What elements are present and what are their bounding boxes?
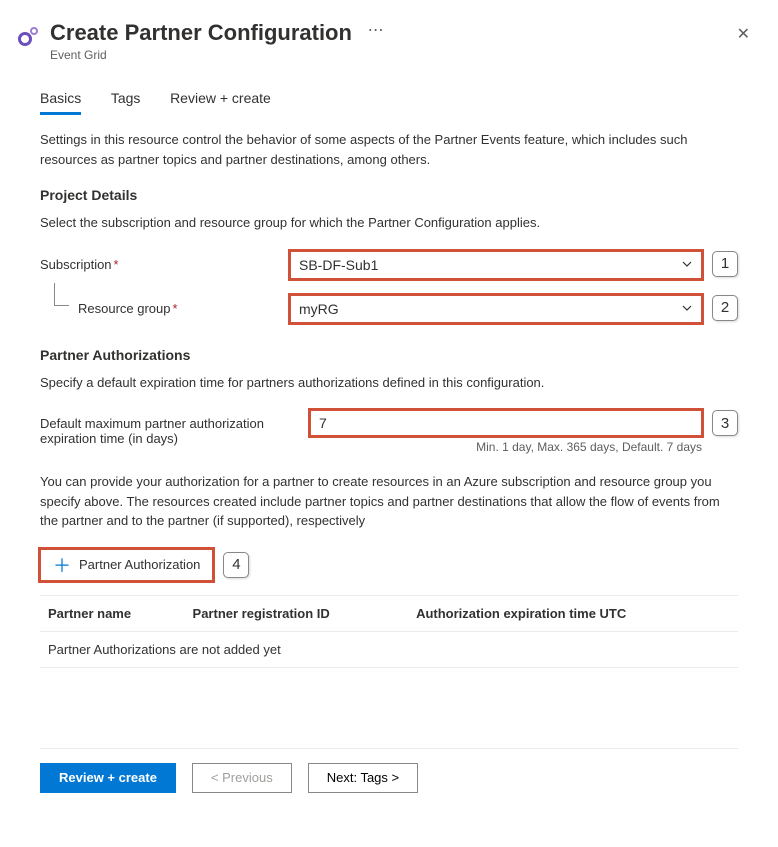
plus-icon: ＋ xyxy=(53,552,71,578)
col-registration-id: Partner registration ID xyxy=(185,595,409,631)
resource-group-label: Resource group* xyxy=(40,295,290,316)
expiration-input[interactable]: 7 xyxy=(310,410,702,436)
next-button[interactable]: Next: Tags > xyxy=(308,763,418,793)
review-create-button[interactable]: Review + create xyxy=(40,763,176,793)
tab-bar: Basics Tags Review + create xyxy=(40,84,738,116)
callout-2: 2 xyxy=(712,295,738,321)
add-partner-authorization-button[interactable]: ＋ Partner Authorization xyxy=(40,549,213,581)
add-label: Partner Authorization xyxy=(79,557,200,572)
expiration-label: Default maximum partner authorization ex… xyxy=(40,410,310,446)
resource-icon xyxy=(16,24,44,51)
expiration-value: 7 xyxy=(319,415,327,431)
callout-4: 4 xyxy=(223,552,249,578)
authorizations-table: Partner name Partner registration ID Aut… xyxy=(40,595,738,668)
tab-basics[interactable]: Basics xyxy=(40,84,81,115)
callout-3: 3 xyxy=(712,410,738,436)
close-icon[interactable]: ✕ xyxy=(729,20,758,48)
intro-text: Settings in this resource control the be… xyxy=(40,130,738,169)
table-row: Partner Authorizations are not added yet xyxy=(40,631,738,667)
empty-message: Partner Authorizations are not added yet xyxy=(40,631,738,667)
col-partner-name: Partner name xyxy=(40,595,185,631)
subscription-value: SB-DF-Sub1 xyxy=(299,257,378,273)
page-subtitle: Event Grid xyxy=(50,48,729,62)
auth-desc2: You can provide your authorization for a… xyxy=(40,472,738,531)
chevron-down-icon xyxy=(681,301,693,317)
more-icon[interactable]: ⋯ xyxy=(368,22,384,39)
subscription-label: Subscription* xyxy=(40,251,290,272)
expiration-helper: Min. 1 day, Max. 365 days, Default. 7 da… xyxy=(310,440,702,454)
auth-desc: Specify a default expiration time for pa… xyxy=(40,373,738,393)
col-expiration: Authorization expiration time UTC xyxy=(408,595,738,631)
auth-heading: Partner Authorizations xyxy=(40,347,738,363)
resource-group-value: myRG xyxy=(299,301,339,317)
project-heading: Project Details xyxy=(40,187,738,203)
chevron-down-icon xyxy=(681,257,693,273)
resource-group-select[interactable]: myRG xyxy=(290,295,702,323)
tab-review[interactable]: Review + create xyxy=(170,84,271,112)
page-title: Create Partner Configuration xyxy=(50,20,352,46)
tab-tags[interactable]: Tags xyxy=(111,84,141,112)
project-desc: Select the subscription and resource gro… xyxy=(40,213,738,233)
previous-button[interactable]: < Previous xyxy=(192,763,292,793)
subscription-select[interactable]: SB-DF-Sub1 xyxy=(290,251,702,279)
callout-1: 1 xyxy=(712,251,738,277)
